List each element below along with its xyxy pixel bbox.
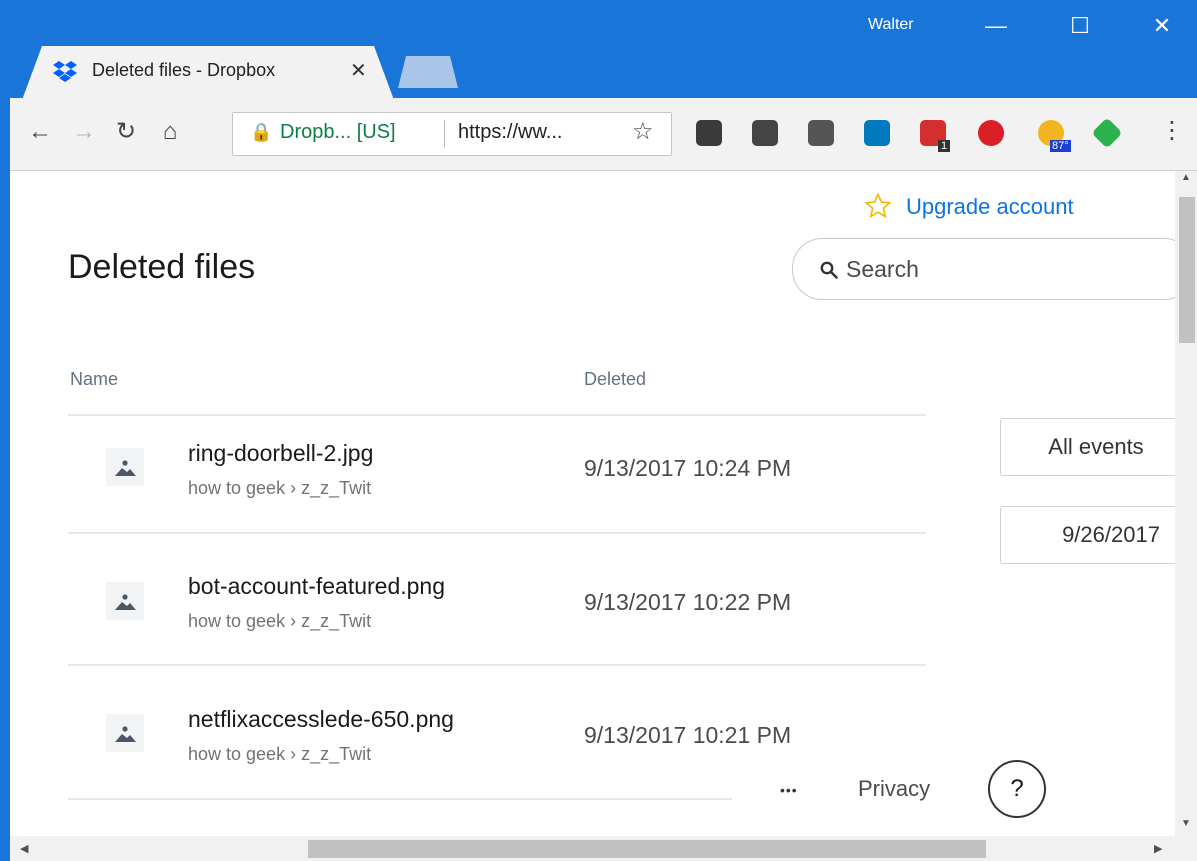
path-separator: › — [290, 478, 297, 498]
scroll-down-icon[interactable]: ▼ — [1181, 818, 1191, 829]
file-path[interactable]: how to geek › z_z_Twit — [188, 478, 371, 499]
scroll-left-icon[interactable]: ◀ — [20, 842, 28, 855]
address-divider — [444, 120, 445, 148]
help-button[interactable]: ? — [988, 760, 1046, 818]
creative-cloud-icon[interactable] — [978, 120, 1004, 146]
row-divider — [68, 798, 732, 800]
scroll-right-icon[interactable]: ▶ — [1154, 842, 1162, 855]
image-file-icon — [106, 714, 144, 752]
file-deleted-date: 9/13/2017 10:21 PM — [584, 722, 792, 748]
maximize-icon[interactable]: ☐ — [1060, 12, 1100, 40]
path-root[interactable]: how to geek — [188, 478, 285, 498]
vertical-scroll-thumb[interactable] — [1179, 197, 1195, 343]
path-root[interactable]: how to geek — [188, 744, 285, 764]
events-filter-label: All events — [1048, 434, 1144, 459]
row-divider — [68, 532, 926, 534]
home-icon[interactable]: ⌂ — [150, 112, 190, 152]
file-deleted-date: 9/13/2017 10:22 PM — [584, 589, 792, 615]
file-path[interactable]: how to geek › z_z_Twit — [188, 744, 371, 765]
calendar-badge: 1 — [938, 140, 951, 152]
path-root[interactable]: how to geek — [188, 611, 285, 631]
back-icon[interactable]: ← — [20, 112, 60, 152]
tab-close-icon[interactable]: ✕ — [350, 58, 367, 83]
lock-icon: 🔒 — [250, 122, 273, 142]
site-identity[interactable]: Dropb... [US] — [280, 121, 396, 144]
profile-name[interactable]: Walter — [868, 16, 914, 34]
forward-icon[interactable]: → — [64, 112, 104, 152]
pocket-icon[interactable] — [696, 120, 722, 146]
bookmark-star-icon[interactable]: ☆ — [632, 117, 654, 146]
new-tab-button[interactable] — [398, 56, 458, 88]
path-separator: › — [290, 744, 297, 764]
privacy-link[interactable]: Privacy — [858, 776, 930, 802]
image-file-icon — [106, 582, 144, 620]
file-path[interactable]: how to geek › z_z_Twit — [188, 611, 371, 632]
trello-icon[interactable] — [864, 120, 890, 146]
tab-title: Deleted files - Dropbox — [92, 60, 276, 80]
horizontal-scroll-thumb[interactable] — [308, 840, 986, 858]
path-child[interactable]: z_z_Twit — [301, 478, 371, 498]
file-deleted-date: 9/13/2017 10:24 PM — [584, 455, 792, 481]
date-filter-input[interactable]: 9/26/2017 — [1000, 506, 1192, 564]
file-name[interactable]: ring-doorbell-2.jpg — [188, 440, 373, 467]
dropbox-icon — [53, 61, 77, 82]
row-divider — [68, 664, 926, 666]
events-filter-button[interactable]: All events — [1000, 418, 1192, 476]
column-header-deleted[interactable]: Deleted — [584, 369, 646, 390]
column-header-name[interactable]: Name — [70, 369, 118, 390]
minimize-icon[interactable]: — — [976, 12, 1016, 40]
search-placeholder[interactable]: Search — [846, 256, 919, 283]
upgrade-star-icon — [864, 192, 892, 219]
header-divider — [68, 414, 926, 416]
help-icon: ? — [1010, 775, 1024, 802]
upgrade-account-link[interactable]: Upgrade account — [906, 194, 1074, 220]
window-border — [0, 0, 10, 861]
weather-badge: 87° — [1050, 140, 1071, 152]
file-name[interactable]: bot-account-featured.png — [188, 573, 445, 600]
path-child[interactable]: z_z_Twit — [301, 611, 371, 631]
menu-kebab-icon[interactable]: ⋮ — [1160, 116, 1184, 145]
scroll-up-icon[interactable]: ▲ — [1181, 172, 1191, 183]
image-file-icon — [106, 448, 144, 486]
search-icon — [820, 261, 838, 279]
page-title: Deleted files — [68, 248, 256, 286]
more-options-icon[interactable]: ••• — [780, 782, 798, 798]
date-filter-value: 9/26/2017 — [1062, 522, 1160, 547]
path-child[interactable]: z_z_Twit — [301, 744, 371, 764]
close-window-icon[interactable]: ✕ — [1142, 12, 1182, 40]
address-url[interactable]: https://ww... — [458, 121, 562, 144]
mail-icon[interactable] — [808, 120, 834, 146]
reload-icon[interactable]: ↻ — [106, 112, 146, 152]
bulb-icon[interactable] — [752, 120, 778, 146]
file-name[interactable]: netflixaccesslede-650.png — [188, 706, 454, 733]
path-separator: › — [290, 611, 297, 631]
